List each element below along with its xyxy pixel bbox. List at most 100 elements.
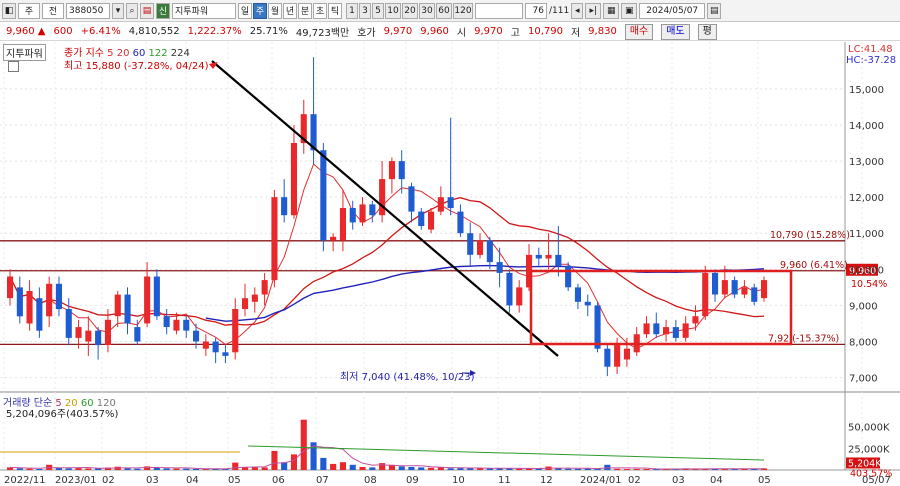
candle-body [545, 254, 552, 259]
y-tick-label: 15,000 [849, 85, 884, 96]
max-price-annotation: 최고 15,880 (-37.28%, 04/24) [64, 61, 209, 72]
y-tick-label: 7,000 [849, 374, 878, 385]
candle-body [761, 280, 768, 299]
reference-line-label: 9,960 (6.41%) [780, 260, 848, 271]
x-tick-label: 03 [672, 475, 685, 486]
volume-bar [339, 462, 346, 470]
candle-body [428, 211, 435, 230]
volume-bar [359, 467, 366, 470]
y-tick-label: 11,000 [849, 229, 884, 240]
candle-body [388, 161, 395, 180]
candle-body [702, 272, 709, 317]
x-tick-label: 09 [406, 475, 419, 486]
volume-bar [477, 468, 484, 470]
volume-bar [26, 468, 33, 470]
x-tick-label: 2024/01 [580, 475, 622, 486]
candle-body [369, 204, 376, 216]
volume-bar [614, 468, 621, 470]
candle-body [271, 197, 278, 281]
candle-body [173, 319, 180, 331]
candle-body [281, 197, 288, 216]
volume-bar [183, 468, 190, 470]
volume-bar [36, 469, 43, 470]
candle-body [46, 283, 53, 317]
candle-body [330, 236, 337, 241]
volume-bar [447, 468, 454, 470]
volume-bar [65, 468, 72, 470]
volume-bar [633, 468, 640, 470]
candle-body [437, 197, 444, 212]
volume-text: 5,204,096주(403.57%) [6, 409, 119, 420]
volume-bar [193, 468, 200, 470]
candle-body [623, 348, 630, 360]
x-tick-label: 02 [628, 475, 641, 486]
volume-bar [565, 468, 572, 470]
reference-line-label: 10,790 (15.28%) [770, 230, 850, 241]
x-tick-label: 05/07 [862, 475, 891, 486]
volume-bar [320, 457, 327, 470]
candle-body [496, 262, 503, 273]
x-tick-label: 12 [540, 475, 553, 486]
candle-body [124, 294, 131, 324]
candle-body [535, 254, 542, 259]
volume-bar [251, 467, 258, 470]
volume-bar [16, 468, 23, 470]
candle-body [114, 294, 121, 317]
volume-bar [643, 469, 650, 470]
candle-body [65, 309, 72, 338]
candle-body [290, 143, 297, 216]
y-tick-label: 10,000 [849, 265, 884, 276]
min-price-annotation: 최저 7,040 (41.48%, 10/23) [340, 372, 475, 383]
y-tick-label: 12,000 [849, 193, 884, 204]
candle-body [516, 287, 523, 306]
candle-body [16, 287, 23, 317]
stock-tag[interactable]: 지투파워 [3, 44, 46, 61]
candle-body [144, 276, 151, 324]
candle-body [731, 280, 738, 295]
volume-bar [271, 450, 278, 470]
volume-bar [134, 468, 141, 470]
volume-bar [261, 467, 268, 470]
candle-body [242, 298, 249, 309]
x-tick-label: 11 [498, 475, 511, 486]
candle-body [261, 280, 268, 295]
volume-bar [379, 463, 386, 470]
volume-bar [85, 468, 92, 470]
x-tick-label: 05 [228, 475, 241, 486]
hc-label: HC:-37.28 [846, 55, 897, 66]
volume-bar [408, 467, 415, 470]
candle-body [95, 330, 102, 346]
x-tick-label: 03 [146, 475, 159, 486]
volume-bar [574, 468, 581, 470]
volume-bar [398, 466, 405, 470]
candle-body [682, 323, 689, 338]
candle-body [163, 316, 170, 327]
y-tick-label: 8,000 [849, 337, 878, 348]
candle-body [320, 150, 327, 241]
candle-body [85, 330, 92, 342]
x-tick-label: 04 [710, 475, 723, 486]
price-chart[interactable]: 9,96010.54%5,204K403.57% 15,00014,00013,… [0, 0, 900, 486]
candle-body [751, 287, 758, 302]
panel-toggle-icon[interactable] [8, 61, 19, 72]
candle-body [477, 240, 484, 255]
candle-body [212, 341, 219, 353]
x-tick-label: 05 [758, 475, 771, 486]
volume-bar [457, 468, 464, 470]
candle-body [565, 265, 572, 288]
volume-bar [173, 468, 180, 470]
volume-bar [584, 468, 591, 470]
volume-bar [369, 467, 376, 470]
candle-body [26, 291, 33, 324]
candle-body [457, 211, 464, 234]
candle-body [183, 319, 190, 331]
candle-body [653, 323, 660, 335]
candle-body [594, 305, 601, 349]
candle-body [398, 161, 405, 180]
candle-body [555, 254, 562, 266]
volume-bar [555, 468, 562, 470]
candle-body [643, 323, 650, 335]
lc-label: LC:41.48 [848, 44, 893, 55]
candle-body [408, 186, 415, 212]
candle-body [134, 327, 141, 342]
